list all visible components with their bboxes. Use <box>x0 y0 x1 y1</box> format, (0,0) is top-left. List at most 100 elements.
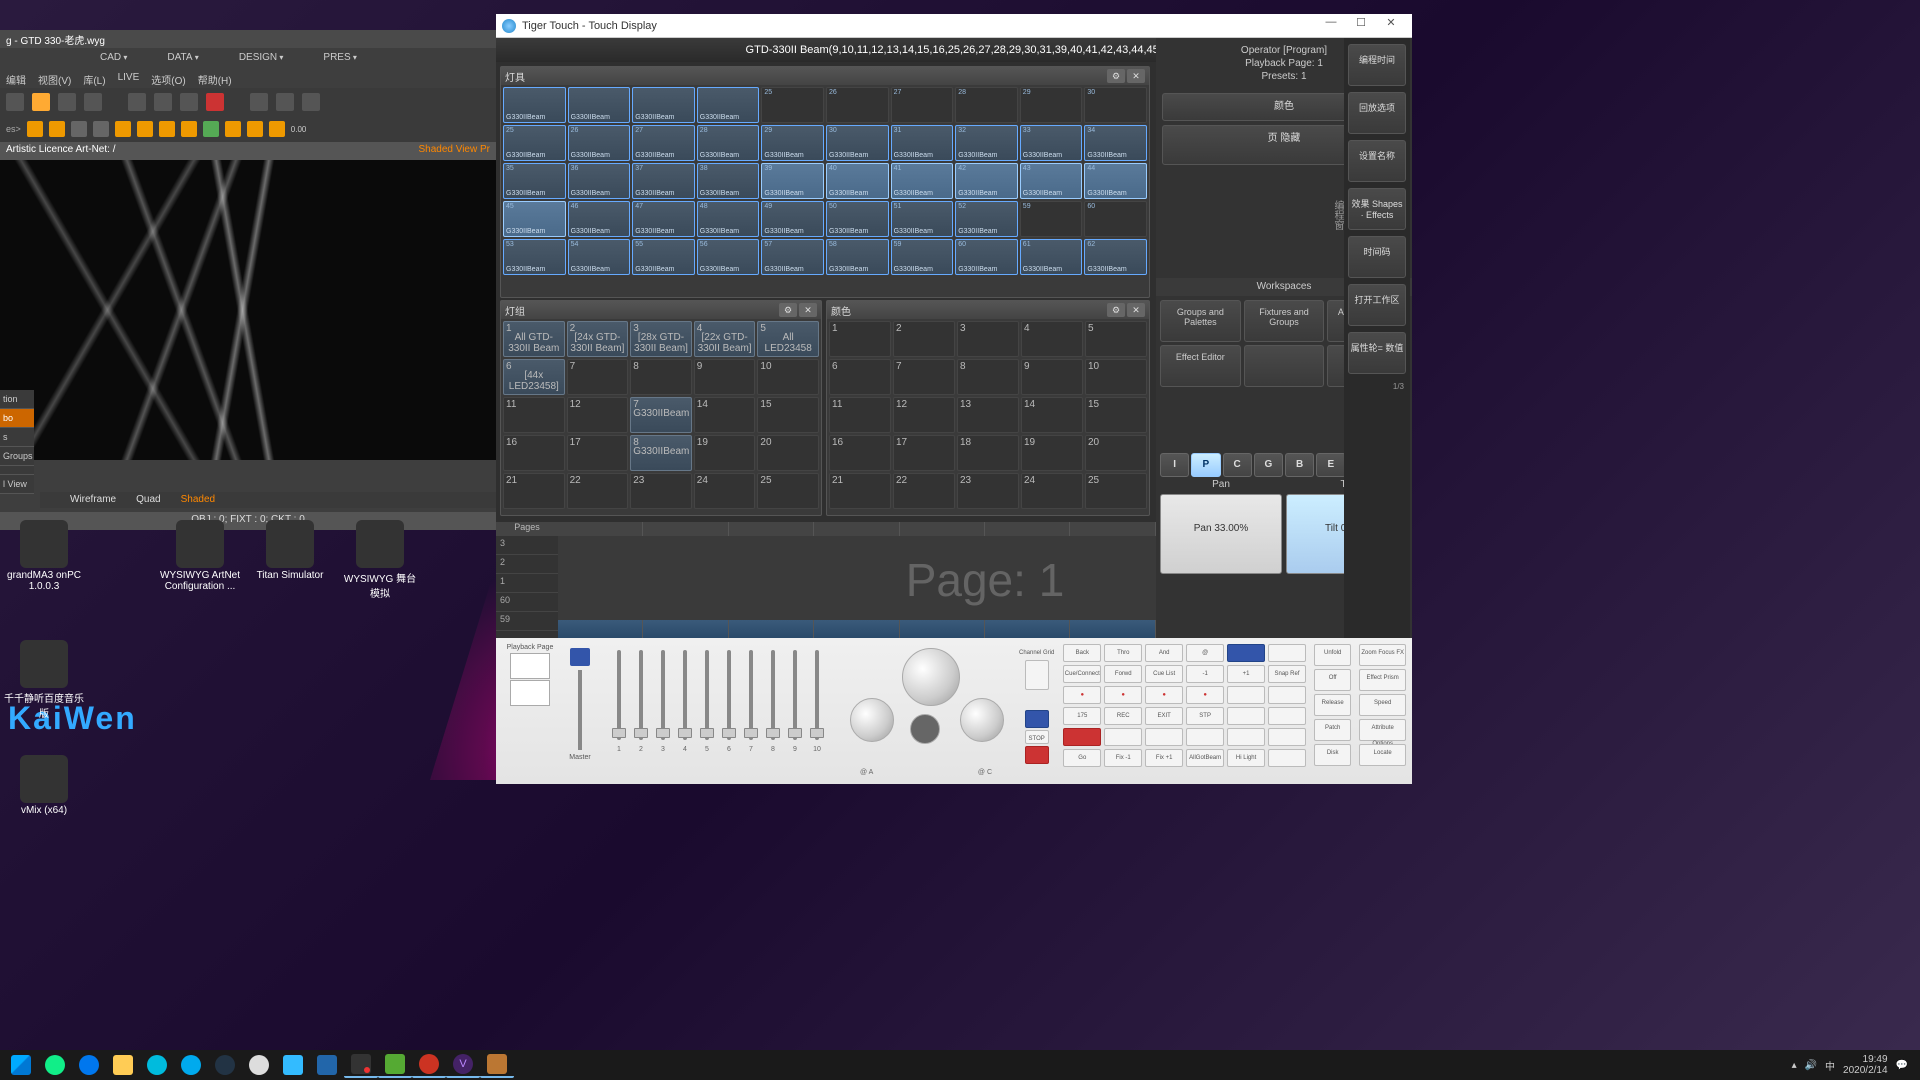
fader-8[interactable]: 8 <box>766 644 780 778</box>
hw-button[interactable] <box>1268 728 1306 746</box>
fixture-cell[interactable]: 26 <box>826 87 889 123</box>
fader-10[interactable]: 10 <box>810 644 824 778</box>
hw-button[interactable]: Snap Ref <box>1268 665 1306 683</box>
colour-cell[interactable]: 21 <box>829 473 891 509</box>
colour-cell[interactable]: 17 <box>893 435 955 471</box>
fixture-cell[interactable]: 62G330IIBeam <box>1084 239 1147 275</box>
group-cell[interactable]: 3[28x GTD-330II Beam] <box>630 321 692 357</box>
group-cell[interactable]: 17 <box>567 435 629 471</box>
hw-button[interactable]: Locate <box>1359 744 1406 766</box>
wysiwyg-3d-view[interactable] <box>0 160 496 460</box>
desktop-icon[interactable]: WYSIWYG 舞台模拟 <box>340 520 420 600</box>
side-tab[interactable] <box>0 466 34 475</box>
fixture-cell[interactable]: 45G330IIBeam <box>503 201 566 237</box>
hw-button[interactable] <box>1227 728 1265 746</box>
menu-button[interactable]: 属性轮= 数值 <box>1348 332 1406 374</box>
hw-button[interactable]: Thro <box>1104 644 1142 662</box>
wysiwyg-toolbar-2[interactable]: es> 0.00 <box>0 116 496 142</box>
far-right-menu[interactable]: 编程时间回放选项设置名称效果 Shapes · Effects时间码打开工作区属… <box>1344 38 1410 638</box>
taskbar-explorer[interactable] <box>106 1052 140 1078</box>
hw-button[interactable]: +1 <box>1227 665 1265 683</box>
side-tab[interactable]: s <box>0 428 34 447</box>
taskbar-app[interactable] <box>140 1052 174 1078</box>
fixture-cell[interactable]: 47G330IIBeam <box>632 201 695 237</box>
colour-cell[interactable]: 8 <box>957 359 1019 395</box>
taskbar-edge[interactable] <box>38 1052 72 1078</box>
attr-button-e[interactable]: E <box>1316 453 1345 477</box>
hw-button[interactable] <box>1227 686 1265 704</box>
group-cell[interactable]: 6[44x LED23458] <box>503 359 565 395</box>
fader-9[interactable]: 9 <box>788 644 802 778</box>
colour-cell[interactable]: 18 <box>957 435 1019 471</box>
hw-button[interactable]: Release <box>1314 694 1351 716</box>
panel-close-button[interactable]: ✕ <box>799 303 817 317</box>
colour-cell[interactable]: 1 <box>829 321 891 357</box>
hw-button[interactable] <box>1063 686 1101 704</box>
start-button[interactable] <box>4 1052 38 1078</box>
fixture-cell[interactable]: 29G330IIBeam <box>761 125 824 161</box>
panel-close-button[interactable]: ✕ <box>1127 303 1145 317</box>
wheel-a[interactable] <box>850 698 894 742</box>
panel-settings-button[interactable]: ⚙ <box>1107 303 1125 317</box>
fixture-cell[interactable]: 61G330IIBeam <box>1020 239 1083 275</box>
fixture-cell[interactable]: 26G330IIBeam <box>568 125 631 161</box>
view-tab[interactable]: Shaded <box>181 494 215 506</box>
mode-tab[interactable]: DATA <box>167 52 198 66</box>
menu-button[interactable]: 编程时间 <box>1348 44 1406 86</box>
taskbar[interactable]: V ▴ 🔊 中 19:49 2020/2/14 💬 <box>0 1050 1920 1080</box>
group-cell[interactable]: 1All GTD-330II Beam <box>503 321 565 357</box>
group-cell[interactable]: 16 <box>503 435 565 471</box>
colour-cell[interactable]: 5 <box>1085 321 1147 357</box>
group-cell[interactable]: 14 <box>694 397 756 433</box>
menu-item[interactable]: 视图(V) <box>38 72 71 86</box>
colour-cell[interactable]: 14 <box>1021 397 1083 433</box>
taskbar-steam[interactable] <box>208 1052 242 1078</box>
wheel-center[interactable] <box>910 714 940 744</box>
wysiwyg-menu[interactable]: 编辑视图(V)库(L)LIVE选项(O)帮助(H) <box>0 70 496 88</box>
fixture-cell[interactable]: G330IIBeam <box>632 87 695 123</box>
taskbar-app[interactable] <box>72 1052 106 1078</box>
fixture-cell[interactable]: 36G330IIBeam <box>568 163 631 199</box>
colour-cell[interactable]: 11 <box>829 397 891 433</box>
wheel-top[interactable] <box>902 648 960 706</box>
hw-button[interactable]: Attribute Options <box>1359 719 1406 741</box>
group-cell[interactable]: 20 <box>757 435 819 471</box>
fader-4[interactable]: 4 <box>678 644 692 778</box>
fader-3[interactable]: 3 <box>656 644 670 778</box>
fixture-cell[interactable]: 57G330IIBeam <box>761 239 824 275</box>
fader-6[interactable]: 6 <box>722 644 736 778</box>
fixture-cell[interactable]: 59 <box>1020 201 1083 237</box>
fixture-cell[interactable]: 32G330IIBeam <box>955 125 1018 161</box>
hw-button[interactable] <box>1104 686 1142 704</box>
workspace-button[interactable] <box>1244 345 1325 387</box>
page-button[interactable]: 2 <box>496 555 558 574</box>
fixture-cell[interactable]: 46G330IIBeam <box>568 201 631 237</box>
group-cell[interactable]: 5All LED23458 <box>757 321 819 357</box>
menu-item[interactable]: 选项(O) <box>151 72 185 86</box>
attr-button-i[interactable]: I <box>1160 453 1189 477</box>
fixture-cell[interactable]: 43G330IIBeam <box>1020 163 1083 199</box>
side-tab[interactable]: tion <box>0 390 34 409</box>
attr-button-g[interactable]: G <box>1254 453 1283 477</box>
fixture-grid[interactable]: G330IIBeamG330IIBeamG330IIBeamG330IIBeam… <box>501 85 1149 277</box>
taskbar-app[interactable]: V <box>446 1052 480 1078</box>
desktop-icon[interactable]: vMix (x64) <box>4 755 84 816</box>
notifications-icon[interactable]: 💬 <box>1896 1060 1908 1071</box>
side-tab[interactable]: l View <box>0 475 34 494</box>
fader-5[interactable]: 5 <box>700 644 714 778</box>
fixture-cell[interactable]: 30 <box>1084 87 1147 123</box>
fixture-cell[interactable]: 35G330IIBeam <box>503 163 566 199</box>
colour-cell[interactable]: 9 <box>1021 359 1083 395</box>
colour-cell[interactable]: 20 <box>1085 435 1147 471</box>
fader-7[interactable]: 7 <box>744 644 758 778</box>
hw-button[interactable] <box>1145 686 1183 704</box>
colour-cell[interactable]: 7 <box>893 359 955 395</box>
hw-button[interactable]: -1 <box>1186 665 1224 683</box>
close-button[interactable]: ✕ <box>1376 16 1406 36</box>
fixture-cell[interactable]: 38G330IIBeam <box>697 163 760 199</box>
fixture-cell[interactable]: 51G330IIBeam <box>891 201 954 237</box>
tray-overflow-icon[interactable]: ▴ <box>1792 1060 1797 1071</box>
group-cell[interactable]: 23 <box>630 473 692 509</box>
hw-button[interactable] <box>1063 728 1101 746</box>
hw-button[interactable]: Patch <box>1314 719 1351 741</box>
